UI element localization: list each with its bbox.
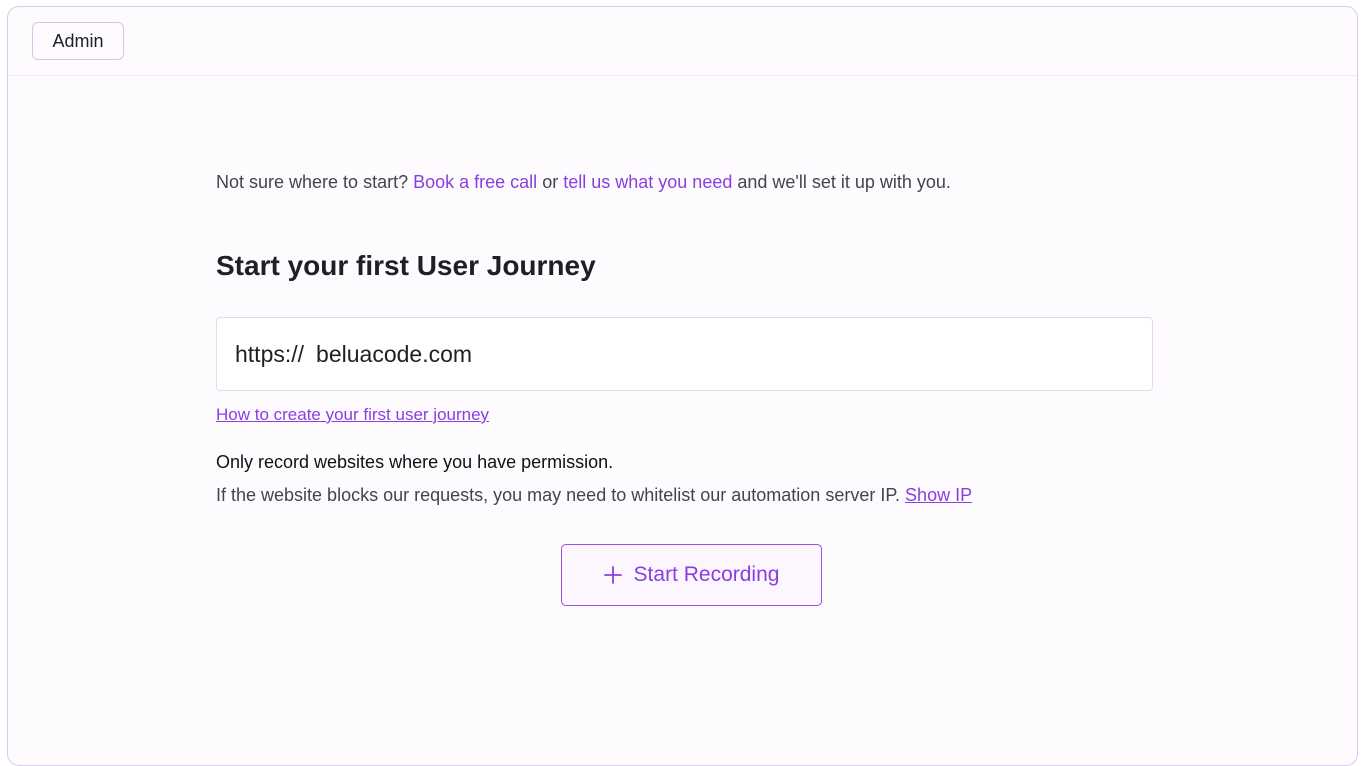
main-panel: Admin Not sure where to start? Book a fr… bbox=[7, 6, 1358, 766]
plus-icon bbox=[603, 566, 622, 584]
whitelist-note: If the website blocks our requests, you … bbox=[216, 485, 972, 506]
intro-suffix: and we'll set it up with you. bbox=[737, 172, 951, 192]
start-recording-button[interactable]: Start Recording bbox=[561, 544, 822, 606]
admin-button[interactable]: Admin bbox=[32, 22, 124, 60]
page-title: Start your first User Journey bbox=[216, 250, 596, 281]
show-ip-link[interactable]: Show IP bbox=[905, 485, 972, 505]
book-call-link[interactable]: Book a free call bbox=[413, 172, 537, 192]
url-input[interactable] bbox=[316, 340, 1097, 368]
url-field[interactable]: https:// bbox=[216, 317, 1153, 391]
intro-text: Not sure where to start? Book a free cal… bbox=[216, 172, 951, 193]
intro-or: or bbox=[542, 172, 559, 192]
top-bar: Admin bbox=[8, 7, 1357, 76]
tell-us-link[interactable]: tell us what you need bbox=[563, 172, 732, 192]
help-journey-link[interactable]: How to create your first user journey bbox=[216, 405, 489, 425]
url-protocol-prefix: https:// bbox=[235, 340, 305, 367]
start-recording-label: Start Recording bbox=[633, 563, 780, 586]
permission-note: Only record websites where you have perm… bbox=[216, 452, 614, 472]
whitelist-text: If the website blocks our requests, you … bbox=[216, 485, 901, 505]
intro-prefix: Not sure where to start? bbox=[216, 172, 409, 192]
